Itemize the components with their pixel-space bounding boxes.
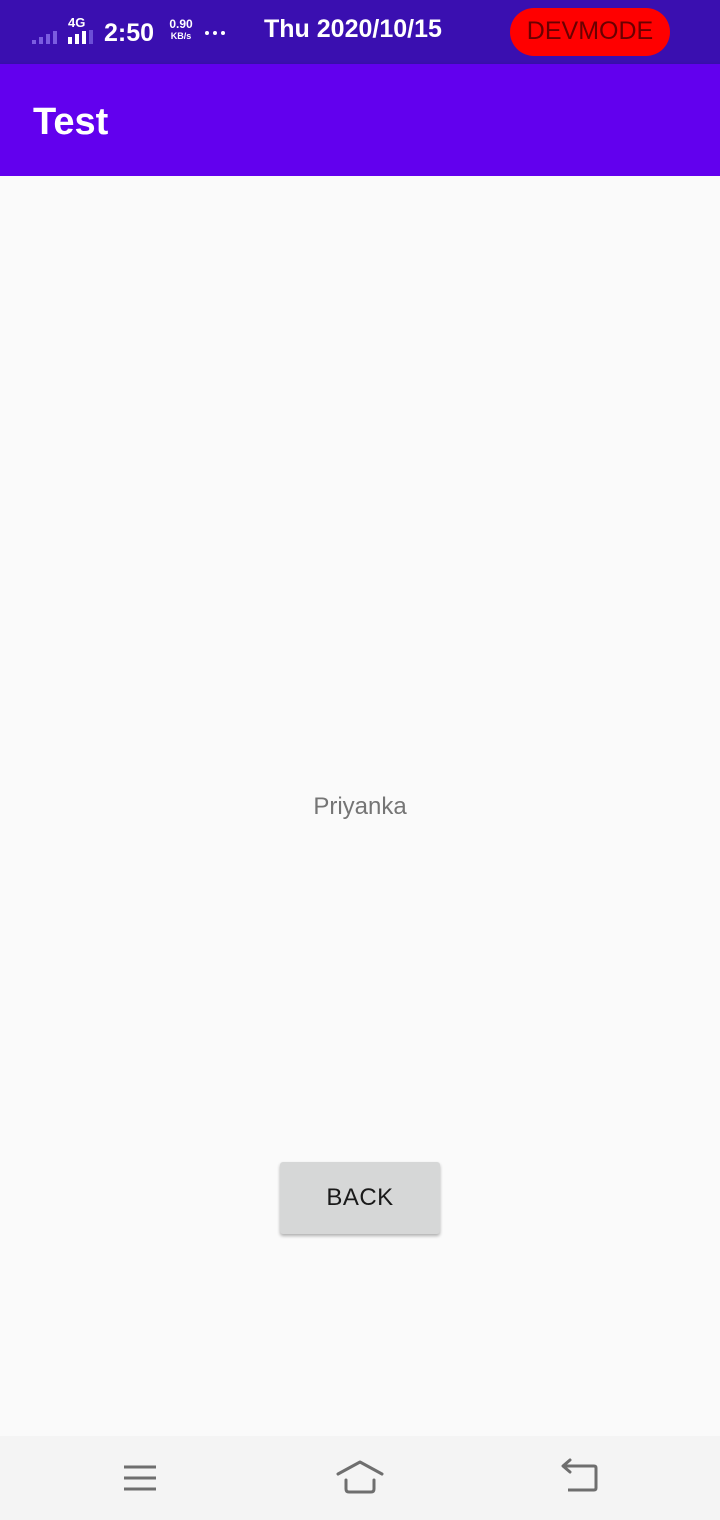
menu-icon[interactable] (116, 1456, 164, 1500)
devmode-badge[interactable]: DEVMODE (510, 8, 670, 56)
network-type: 4G (66, 16, 96, 44)
network-speed-unit: KB/s (170, 31, 192, 41)
network-speed: 0.90 KB/s (164, 18, 198, 42)
status-time: 2:50 (104, 19, 155, 47)
network-speed-value: 0.90 (169, 17, 193, 31)
name-label: Priyanka (313, 793, 407, 820)
main-content: Priyanka BACK (0, 176, 720, 1436)
app-title: Test (33, 101, 109, 143)
back-button[interactable]: BACK (280, 1162, 440, 1234)
signal-icon (32, 31, 57, 44)
home-icon[interactable] (336, 1456, 384, 1500)
status-bar: 4G 2:50 0.90 KB/s Thu 2020/10/15 DEVMODE (0, 0, 720, 64)
navigation-bar (0, 1436, 720, 1520)
more-notifications-icon (205, 31, 225, 35)
status-date: Thu 2020/10/15 (264, 15, 442, 43)
app-bar: Test (0, 64, 720, 176)
network-type-label: 4G (68, 15, 86, 30)
network-bars-icon (68, 30, 93, 44)
back-icon[interactable] (556, 1456, 604, 1500)
